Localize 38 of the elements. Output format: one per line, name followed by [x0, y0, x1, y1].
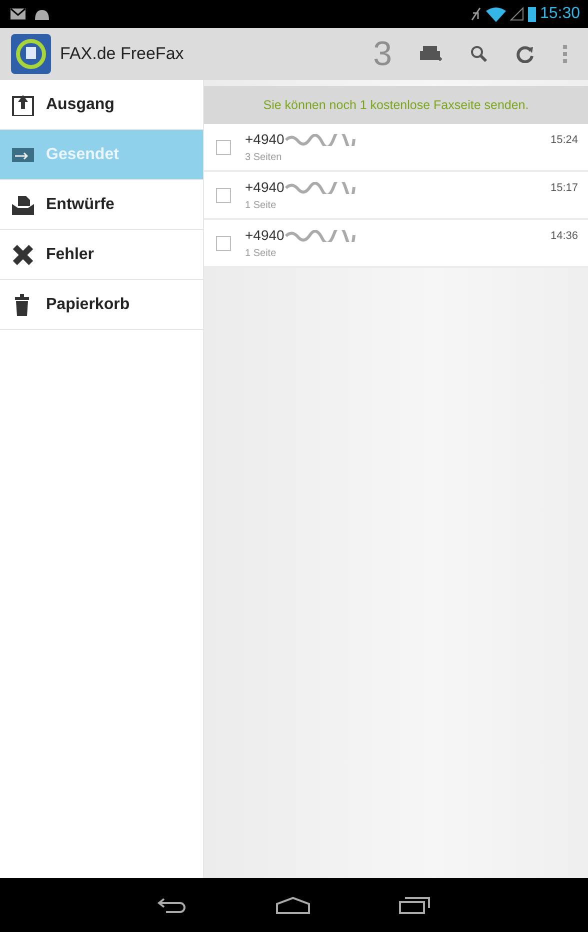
sidebar-item[interactable]: Papierkorb [0, 280, 203, 330]
fax-number: +4940 [245, 130, 284, 149]
fax-time: 15:17 [550, 181, 578, 196]
app-logo-icon[interactable] [10, 33, 52, 75]
fax-list-item[interactable]: +4940 1 Seite 15:17 [204, 172, 588, 220]
sidebar-item[interactable]: Fehler [0, 230, 203, 280]
checkbox[interactable] [216, 188, 231, 202]
fax-number: +4940 [245, 178, 284, 197]
wifi-icon [486, 6, 506, 22]
fax-list-item[interactable]: +4940 3 Seiten 15:24 [204, 124, 588, 172]
fax-time: 14:36 [550, 229, 578, 244]
info-banner: Sie können noch 1 kostenlose Faxseite senden. [204, 86, 588, 124]
refresh-icon[interactable] [516, 45, 534, 63]
printer-icon[interactable] [420, 45, 442, 63]
clock-text: 15:30 [540, 4, 580, 24]
fax-list-item[interactable]: +4940 1 Seite 14:36 [204, 220, 588, 268]
robot-icon [34, 8, 50, 20]
fax-number: +4940 [245, 226, 284, 245]
cross-icon [12, 244, 34, 266]
signal-icon [510, 7, 524, 21]
search-icon[interactable] [470, 45, 488, 63]
page-count: 3 Seiten [245, 151, 283, 165]
back-icon[interactable] [157, 897, 187, 913]
mail-icon [10, 8, 26, 20]
app-title: FAX.de FreeFax [60, 43, 184, 66]
count-text: 3 [373, 34, 392, 74]
page-count: 1 Seite [245, 199, 278, 213]
sidebar-item[interactable]: Entwürfe [0, 180, 203, 230]
recent-apps-icon[interactable] [399, 895, 431, 915]
fax-time: 15:24 [550, 133, 578, 148]
draft-tray-icon [12, 194, 34, 216]
battery-icon [528, 6, 536, 22]
checkbox[interactable] [216, 236, 231, 250]
mute-icon [470, 7, 482, 21]
checkbox[interactable] [216, 140, 231, 154]
home-icon[interactable] [275, 896, 311, 914]
outbox-icon [12, 94, 34, 116]
page-count: 1 Seite [245, 247, 278, 261]
